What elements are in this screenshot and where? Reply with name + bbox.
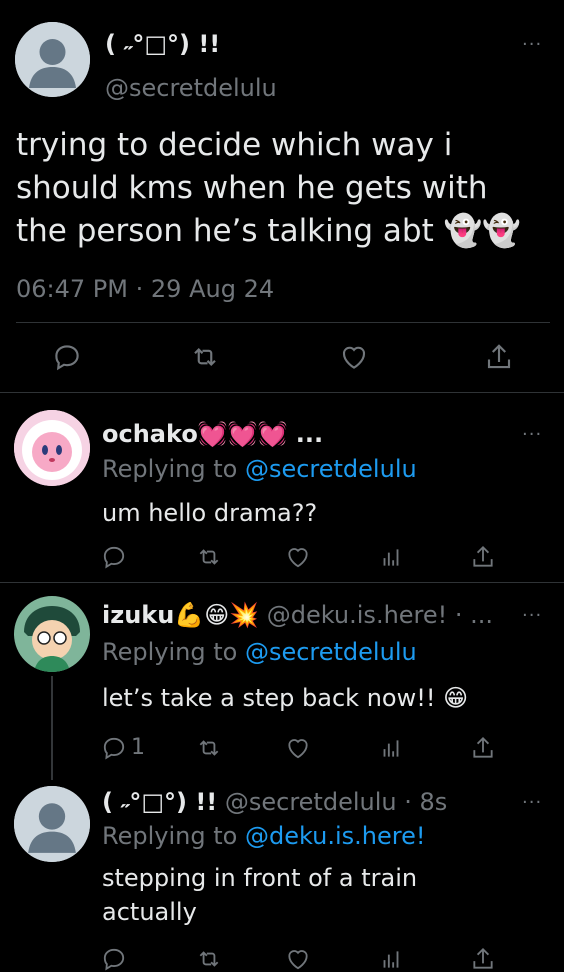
handle[interactable]: @deku.is.here! · ... bbox=[267, 601, 493, 629]
avatar[interactable] bbox=[15, 22, 90, 97]
analytics-icon[interactable] bbox=[378, 544, 404, 570]
more-icon[interactable]: ··· bbox=[522, 794, 542, 812]
like-icon[interactable] bbox=[339, 342, 369, 372]
replying-to: Replying to @deku.is.here! bbox=[102, 822, 426, 850]
reply-count: 1 bbox=[131, 735, 145, 760]
reply-icon[interactable] bbox=[101, 946, 127, 972]
display-name[interactable]: ( ˶°□°) !! bbox=[105, 30, 220, 59]
separator: · bbox=[135, 275, 144, 303]
tweet-text: stepping in front of a train actually bbox=[102, 864, 418, 926]
avatar[interactable] bbox=[14, 786, 90, 862]
avatar[interactable] bbox=[14, 410, 90, 486]
handle[interactable]: @secretdelulu · 8s bbox=[225, 788, 447, 816]
replying-to-handle[interactable]: @secretdelulu bbox=[245, 455, 417, 483]
more-icon[interactable]: ··· bbox=[522, 426, 542, 444]
divider bbox=[0, 392, 564, 393]
retweet-icon[interactable] bbox=[196, 735, 222, 761]
more-icon[interactable]: ··· bbox=[522, 36, 542, 54]
display-name[interactable]: ochako💓💓💓 ... bbox=[102, 420, 323, 448]
reply-icon[interactable] bbox=[101, 735, 127, 761]
replying-to: Replying to @secretdelulu bbox=[102, 455, 417, 483]
handle[interactable]: @secretdelulu bbox=[105, 74, 277, 102]
share-icon[interactable] bbox=[470, 946, 496, 972]
retweet-icon[interactable] bbox=[196, 946, 222, 972]
share-icon[interactable] bbox=[470, 544, 496, 570]
more-icon[interactable]: ··· bbox=[522, 607, 542, 625]
like-icon[interactable] bbox=[285, 735, 311, 761]
share-icon[interactable] bbox=[470, 735, 496, 761]
replying-to-handle[interactable]: @deku.is.here! bbox=[245, 822, 426, 850]
tweet-date[interactable]: 29 Aug 24 bbox=[151, 275, 274, 303]
retweet-icon[interactable] bbox=[196, 544, 222, 570]
reply-icon[interactable] bbox=[101, 544, 127, 570]
tweet-text: um hello drama?? bbox=[102, 499, 318, 527]
analytics-icon[interactable] bbox=[378, 946, 404, 972]
display-name[interactable]: izuku💪😁💥 @deku.is.here! · ... bbox=[102, 601, 493, 629]
avatar[interactable] bbox=[14, 596, 90, 672]
tweet-text: trying to decide which way i should kms … bbox=[16, 127, 521, 249]
thread-line bbox=[51, 676, 53, 780]
divider bbox=[0, 582, 564, 583]
timestamp: 06:47 PM · 29 Aug 24 bbox=[16, 275, 274, 303]
retweet-icon[interactable] bbox=[190, 342, 220, 372]
like-icon[interactable] bbox=[285, 544, 311, 570]
like-icon[interactable] bbox=[285, 946, 311, 972]
tweet-time[interactable]: 06:47 PM bbox=[16, 275, 128, 303]
display-name[interactable]: ( ˶°□°) !! @secretdelulu · 8s bbox=[102, 788, 447, 817]
share-icon[interactable] bbox=[484, 342, 514, 372]
reply-icon[interactable] bbox=[52, 342, 82, 372]
tweet-text: let’s take a step back now!! 😁 bbox=[102, 684, 469, 712]
replying-to-handle[interactable]: @secretdelulu bbox=[245, 638, 417, 666]
analytics-icon[interactable] bbox=[378, 735, 404, 761]
replying-to: Replying to @secretdelulu bbox=[102, 638, 417, 666]
divider bbox=[16, 322, 550, 323]
